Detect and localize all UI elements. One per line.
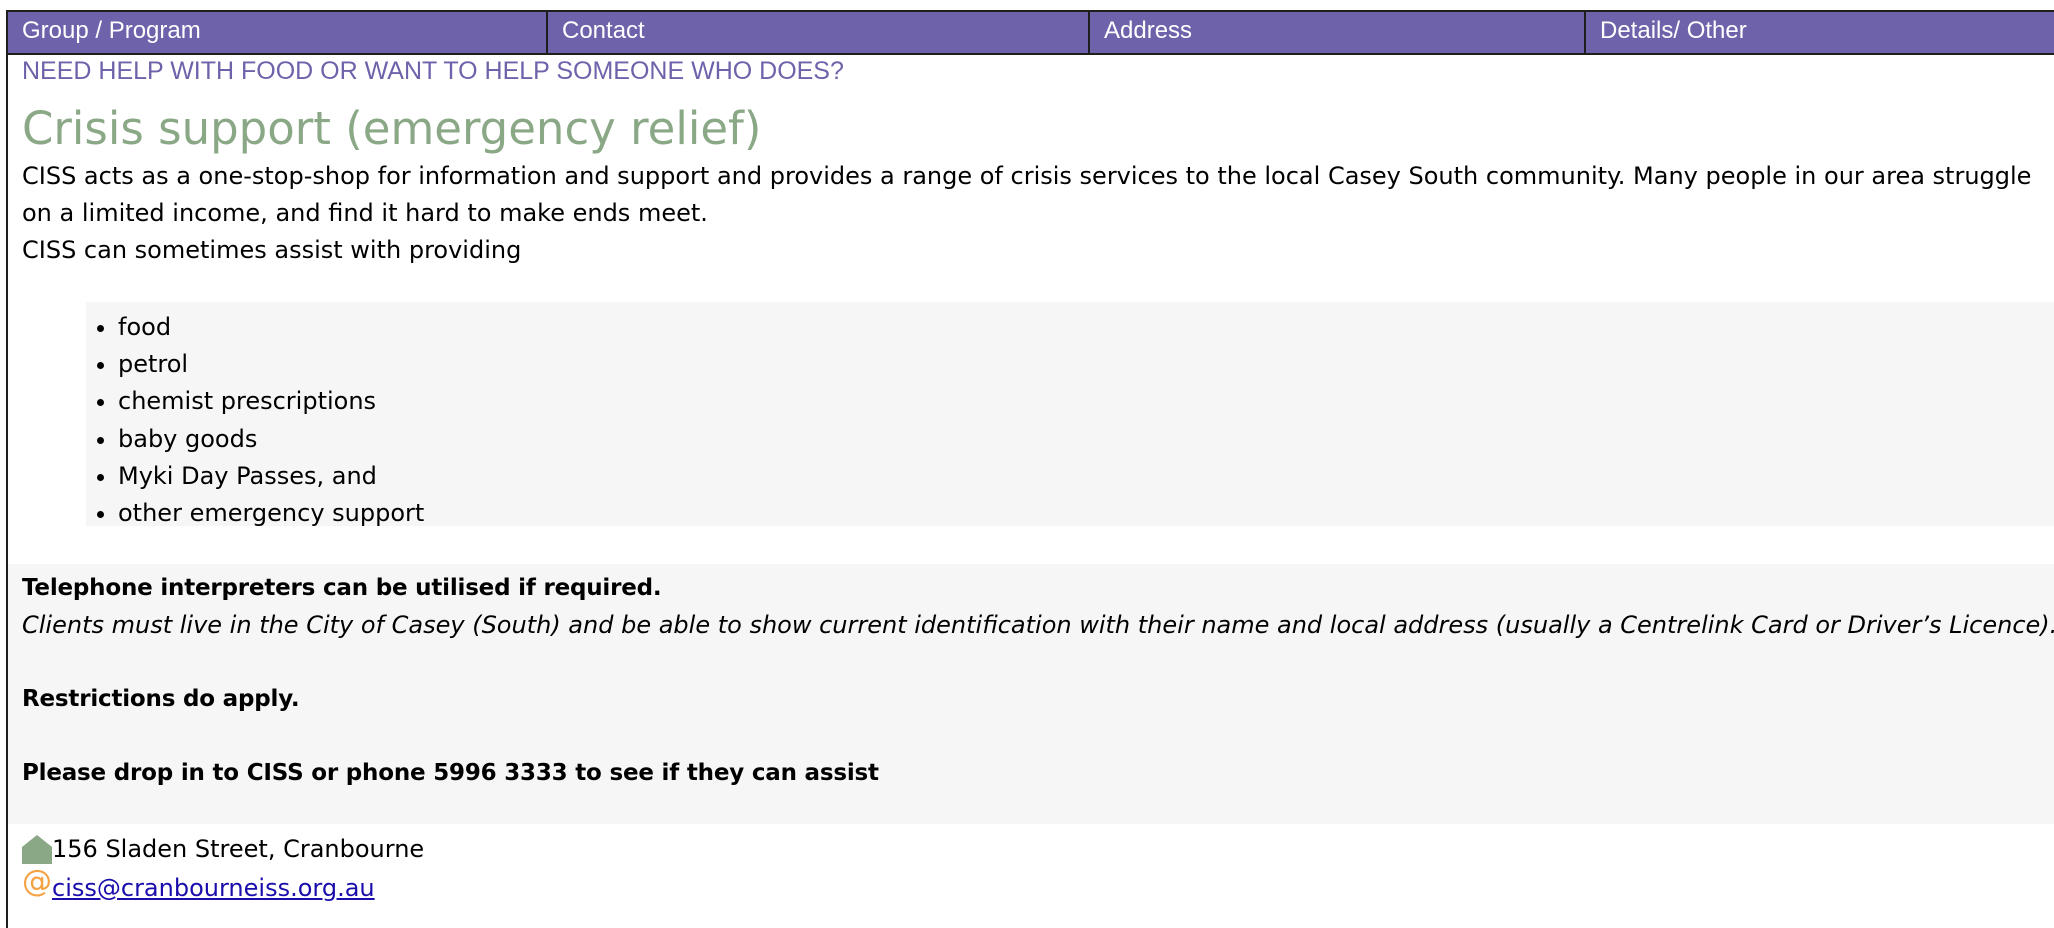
address-text: 156 Sladen Street, Cranbourne bbox=[52, 835, 425, 863]
list-item: Myki Day Passes, and bbox=[118, 458, 2054, 495]
services-lead-in: CISS can sometimes assist with providing bbox=[22, 236, 522, 264]
column-header-details-other: Details/ Other bbox=[1600, 17, 1747, 44]
column-header-address: Address bbox=[1090, 12, 1586, 53]
column-header-group-program: Group / Program bbox=[8, 12, 548, 53]
list-item: petrol bbox=[118, 346, 2054, 383]
restrictions-note: Restrictions do apply. bbox=[22, 686, 300, 712]
drop-in-note: Please drop in to CISS or phone 5996 333… bbox=[22, 760, 879, 786]
email-row: @ ciss@cranbourneiss.org.au bbox=[22, 864, 375, 907]
page-title: Crisis support (emergency relief) bbox=[22, 102, 762, 155]
eligibility-note: Clients must live in the City of Casey (… bbox=[22, 611, 2054, 639]
address-row: 156 Sladen Street, Cranbourne bbox=[22, 831, 424, 868]
list-item: baby goods bbox=[118, 421, 2054, 458]
section-kicker: NEED HELP WITH FOOD OR WANT TO HELP SOME… bbox=[22, 57, 844, 85]
table-header-row: Group / Program Contact Address Details/… bbox=[6, 10, 2054, 55]
notes-panel: Telephone interpreters can be utilised i… bbox=[8, 564, 2054, 824]
list-item: other emergency support bbox=[118, 495, 2054, 532]
services-list: food petrol chemist prescriptions baby g… bbox=[86, 302, 2054, 532]
interpreters-note: Telephone interpreters can be utilised i… bbox=[22, 575, 662, 601]
at-icon: @ bbox=[22, 864, 52, 899]
column-header-contact: Contact bbox=[548, 12, 1090, 53]
intro-paragraph: CISS acts as a one-stop-shop for informa… bbox=[22, 162, 2032, 227]
house-icon bbox=[22, 834, 52, 864]
list-item: chemist prescriptions bbox=[118, 383, 2054, 420]
services-list-panel: food petrol chemist prescriptions baby g… bbox=[86, 302, 2054, 527]
email-link[interactable]: ciss@cranbourneiss.org.au bbox=[52, 870, 375, 907]
top-strip bbox=[0, 0, 2054, 10]
list-item: food bbox=[118, 309, 2054, 346]
